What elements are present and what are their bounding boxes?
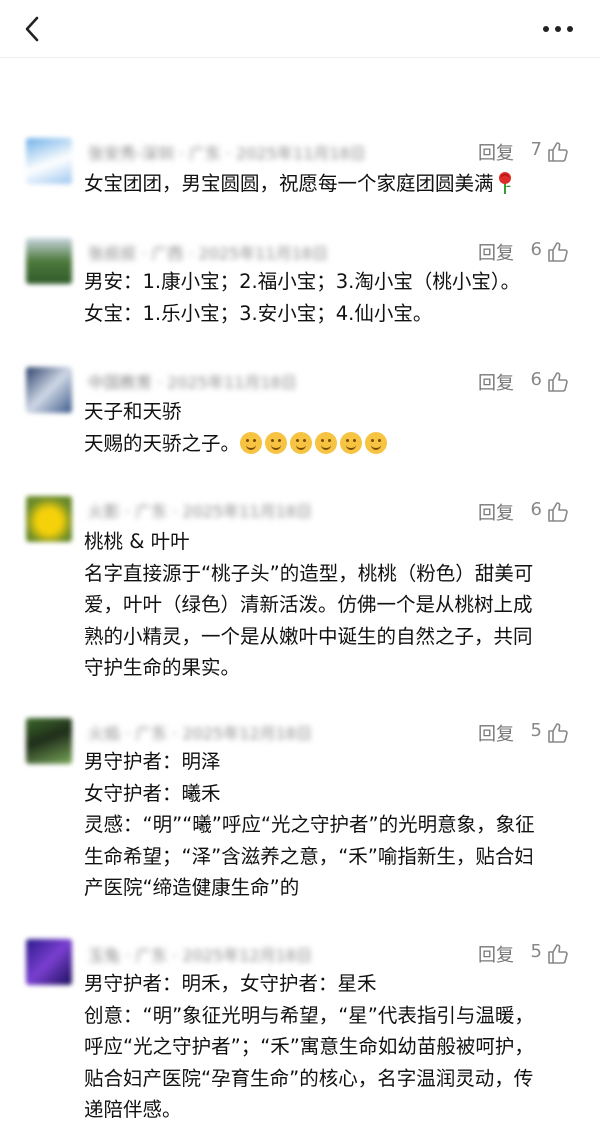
- smiling-face-icon: [290, 431, 313, 454]
- thumbs-up-icon[interactable]: [546, 240, 570, 264]
- comment-text: 男守护者：明禾，女守护者：星禾: [84, 972, 377, 995]
- comment-text: 名字直接源于“桃子头”的造型，桃桃（粉色）甜美可: [84, 561, 534, 585]
- comment-meta: 火影 · 广东 · 2025年11月18日: [88, 502, 312, 521]
- comment-text: 天赐的天骄之子。: [84, 431, 241, 455]
- smiling-face-icon: [240, 431, 263, 454]
- reply-button[interactable]: 回复: [478, 499, 514, 525]
- reply-button[interactable]: 回复: [478, 139, 514, 165]
- avatar[interactable]: [26, 939, 72, 985]
- comment-text: 女守护者：曦禾: [84, 781, 221, 805]
- like-count: 5: [530, 941, 542, 962]
- comment-meta: 中国教育 · 2025年11月18日: [88, 373, 297, 392]
- avatar[interactable]: [26, 367, 72, 413]
- comment-text: 产医院“缔造健康生命”的: [84, 876, 300, 899]
- like-count: 6: [530, 239, 542, 260]
- smiling-face-icon: [340, 431, 363, 454]
- comment-text: 男守护者：明泽: [84, 750, 221, 773]
- reply-button[interactable]: 回复: [478, 720, 514, 746]
- like-count: 7: [530, 139, 542, 160]
- avatar[interactable]: [26, 496, 72, 542]
- comment-text: 男安：1.康小宝；2.福小宝；3.淘小宝（桃小宝）。: [84, 270, 521, 293]
- comment-text: 贴合妇产医院“孕育生命”的核心，名字温润灵动，传: [84, 1066, 534, 1090]
- chevron-left-icon[interactable]: [18, 14, 48, 44]
- smiling-face-icon: [315, 431, 338, 454]
- smiling-face-icon: [365, 431, 388, 454]
- comment-text: 递陪伴感。: [84, 1098, 182, 1121]
- comment-text: 创意：“明”象征光明与希望，“星”代表指引与温暖，: [84, 1003, 534, 1027]
- comment-text: 桃桃 & 叶叶: [84, 530, 190, 553]
- smiling-face-icon: [265, 431, 288, 454]
- comment-text: 生命希望；“泽”含滋养之意，“禾”喻指新生，贴合妇: [84, 844, 534, 868]
- thumbs-up-icon[interactable]: [546, 500, 570, 524]
- thumbs-up-icon[interactable]: [546, 942, 570, 966]
- avatar[interactable]: [26, 138, 72, 184]
- comment-text: 女宝团团，男宝圆圆，祝愿每一个家庭团圆美满: [84, 172, 494, 195]
- comment-text: 天子和天骄: [84, 400, 182, 423]
- reply-button[interactable]: 回复: [478, 239, 514, 265]
- thumbs-up-icon[interactable]: [546, 140, 570, 164]
- rose-icon: [498, 172, 511, 194]
- comment-meta: 张安秀-深圳 · 广东 · 2025年11月18日: [88, 144, 366, 163]
- comment-text: 呼应“光之守护者”；“禾”寓意生命如幼苗般被呵护，: [84, 1035, 534, 1058]
- avatar[interactable]: [26, 238, 72, 284]
- reply-button[interactable]: 回复: [478, 941, 514, 967]
- more-dots-icon[interactable]: [538, 14, 578, 44]
- thumbs-up-icon[interactable]: [546, 721, 570, 745]
- thumbs-up-icon[interactable]: [546, 370, 570, 394]
- like-count: 6: [530, 369, 542, 390]
- comment-meta: 张叔叔 · 广西 · 2025年11月18日: [88, 244, 328, 263]
- comment-text: 熟的小精灵，一个是从嫩叶中诞生的自然之子，共同: [84, 624, 533, 648]
- comment-meta: 玉兔 · 广东 · 2025年12月18日: [88, 946, 312, 965]
- like-count: 5: [530, 720, 542, 741]
- comment-text: 爱，叶叶（绿色）清新活泼。仿佛一个是从桃树上成: [84, 593, 533, 616]
- comment-meta: 火焰 · 广东 · 2025年12月18日: [88, 724, 312, 743]
- comment-text: 守护生命的果实。: [84, 656, 241, 679]
- like-count: 6: [530, 499, 542, 520]
- avatar[interactable]: [26, 718, 72, 764]
- comment-text: 灵感：“明”“曦”呼应“光之守护者”的光明意象，象征: [84, 813, 535, 836]
- top-bar: [0, 0, 600, 58]
- reply-button[interactable]: 回复: [478, 369, 514, 395]
- comment-text: 女宝：1.乐小宝；3.安小宝；4.仙小宝。: [84, 301, 433, 325]
